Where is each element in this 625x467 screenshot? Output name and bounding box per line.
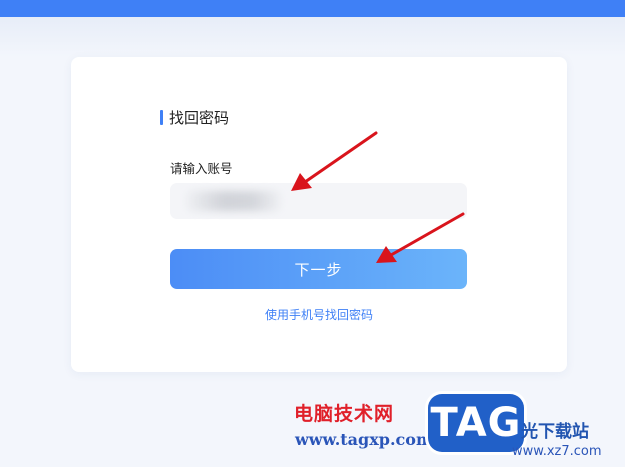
- top-header-bar: [0, 0, 625, 17]
- account-label: 请输入账号: [170, 161, 233, 176]
- watermark-url-text: www.tagxp.com: [295, 430, 433, 449]
- blurred-account-value: [186, 191, 281, 211]
- header-shadow: [0, 17, 625, 57]
- watermark-site-url: www.xz7.com: [512, 444, 602, 459]
- tag-logo: TAG: [428, 394, 524, 452]
- title-accent-bar: [160, 109, 163, 125]
- watermark-cn-text: 电脑技术网: [294, 403, 395, 425]
- password-recovery-card: 找回密码 请输入账号 下一步 使用手机号找回密码: [71, 57, 567, 372]
- section-title: 找回密码: [160, 107, 229, 127]
- section-title-text: 找回密码: [169, 108, 230, 127]
- next-step-button[interactable]: 下一步: [170, 249, 467, 289]
- recover-by-phone-link[interactable]: 使用手机号找回密码: [71, 306, 567, 323]
- watermark-site-text: 光下载站: [521, 422, 589, 442]
